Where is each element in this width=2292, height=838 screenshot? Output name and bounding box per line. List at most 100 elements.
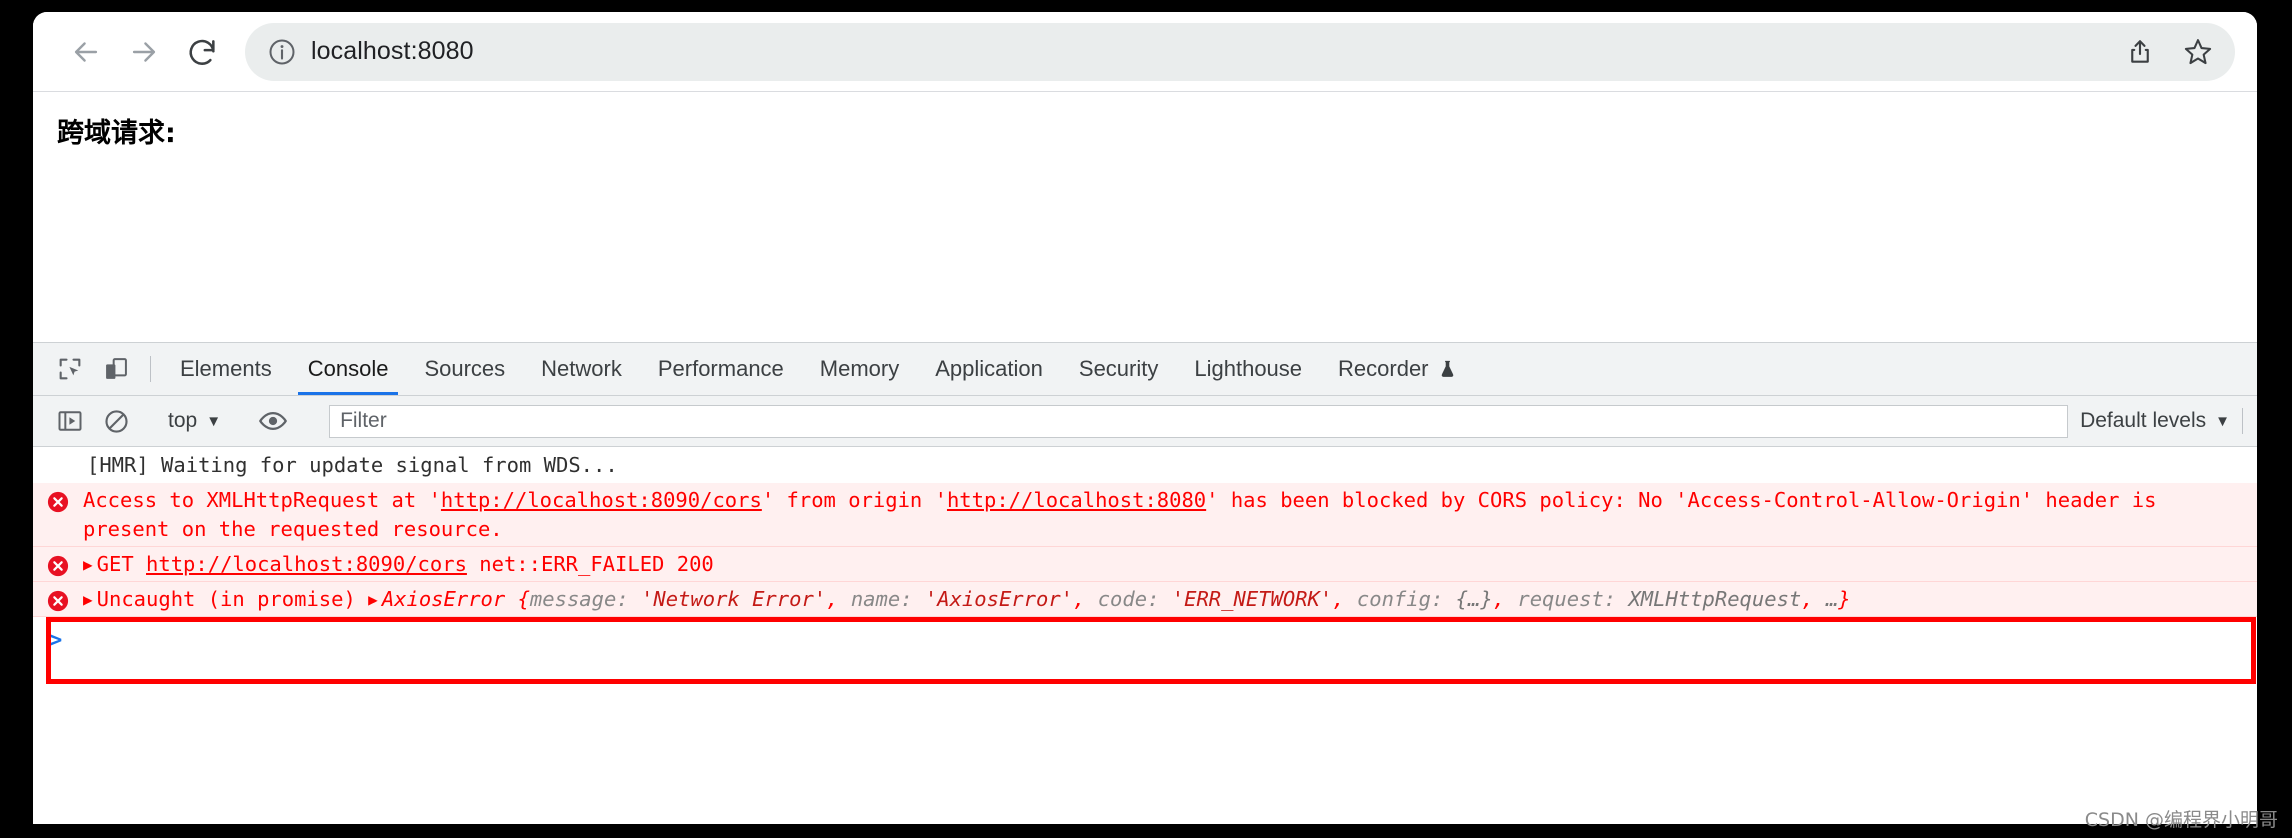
tab-memory[interactable]: Memory (802, 343, 917, 395)
expand-triangle-icon[interactable]: ▶ (83, 589, 93, 611)
axios-sep-2: , (1332, 587, 1357, 612)
browser-window: localhost:8080 跨域请求: Elements Console So… (33, 12, 2257, 824)
console-output[interactable]: [HMR] Waiting for update signal from WDS… (33, 447, 2257, 823)
axios-prop-key-3: config: (1356, 587, 1456, 612)
console-sidebar-toggle-button[interactable] (47, 407, 93, 435)
execution-context-select[interactable]: top ▼ (162, 409, 227, 433)
axios-prop-value-2: 'ERR_NETWORK' (1171, 587, 1333, 612)
console-message-text: Access to XMLHttpRequest at 'http://loca… (83, 486, 2249, 543)
cors-url-origin-link[interactable]: http://localhost:8080 (947, 488, 1206, 512)
console-filter-input[interactable]: Filter (329, 404, 2069, 438)
get-seg-2: net::ERR_FAILED 200 (466, 551, 714, 576)
axios-object-name[interactable]: AxiosError (382, 587, 505, 611)
tab-security[interactable]: Security (1061, 343, 1176, 395)
get-url-link[interactable]: http://localhost:8090/cors (146, 552, 467, 576)
console-message-cors-error[interactable]: Access to XMLHttpRequest at 'http://loca… (33, 483, 2257, 547)
cors-url-request-link[interactable]: http://localhost:8090/cors (441, 488, 762, 512)
tab-sources[interactable]: Sources (406, 343, 523, 395)
tab-label: Lighthouse (1194, 356, 1303, 381)
tab-label: Application (935, 356, 1043, 381)
browser-toolbar: localhost:8080 (33, 12, 2257, 92)
address-bar[interactable]: localhost:8080 (245, 22, 2235, 81)
cors-seg-0: Access to XMLHttpRequest at ' (83, 488, 441, 513)
object-expand-triangle-icon[interactable]: ▶ (368, 589, 378, 611)
forward-button[interactable] (115, 23, 173, 81)
tab-label: Memory (819, 356, 900, 381)
axios-close-brace: } (1838, 587, 1851, 612)
experimental-flask-icon (1438, 358, 1457, 380)
console-message-axios-error[interactable]: ▶ Uncaught (in promise) ▶ AxiosError {mess… (33, 582, 2257, 618)
live-expression-button[interactable] (250, 406, 296, 436)
execution-context-value: top (168, 409, 198, 432)
page-heading: 跨域请求: (57, 118, 176, 149)
devtools-tabbar: Elements Console Sources Network Perform… (33, 343, 2257, 396)
toolbar-divider (150, 356, 151, 382)
cors-seg-2: ' from origin ' (761, 488, 947, 513)
filterbar-divider-4 (2242, 408, 2243, 434)
tab-application[interactable]: Application (917, 343, 1061, 395)
axios-prop-value-3[interactable]: {…} (1456, 587, 1493, 611)
console-message-text: ▶ GET http://localhost:8090/cors net::ERR… (83, 550, 2249, 578)
site-info-icon[interactable] (267, 37, 297, 67)
sidebar-panel-icon (58, 411, 82, 431)
star-icon (2184, 38, 2212, 64)
log-levels-select[interactable]: Default levels ▼ (2080, 409, 2242, 433)
inspect-cursor-icon (59, 358, 81, 380)
tab-label: Console (307, 356, 389, 381)
axios-ellipsis: … (1825, 587, 1839, 612)
axios-sep-0: , (826, 587, 851, 612)
reload-icon (189, 39, 215, 65)
tab-label: Network (541, 356, 622, 381)
axios-sep-1: , (1073, 587, 1098, 612)
console-prompt-caret: > (49, 627, 63, 653)
tab-label: Performance (657, 356, 784, 381)
tab-recorder[interactable]: Recorder (1320, 343, 1474, 395)
tab-label: Security (1078, 356, 1159, 381)
bookmark-button[interactable] (2173, 27, 2223, 77)
console-prompt-row[interactable]: > (33, 617, 2257, 658)
share-button[interactable] (2115, 27, 2165, 77)
axios-open-brace: { (517, 587, 530, 612)
devtools-panel: Elements Console Sources Network Perform… (33, 343, 2257, 823)
axios-prop-value-0: 'Network Error' (641, 587, 827, 612)
inspect-element-button[interactable] (47, 343, 93, 395)
tab-performance[interactable]: Performance (640, 343, 802, 395)
device-toggle-icon (106, 358, 127, 379)
tab-lighthouse[interactable]: Lighthouse (1176, 343, 1320, 395)
chevron-down-icon: ▼ (2215, 412, 2230, 430)
get-seg-0: GET (96, 551, 147, 576)
error-circle-x-icon (47, 591, 69, 612)
axios-prop-key-2: code: (1097, 587, 1172, 612)
device-toolbar-button[interactable] (93, 343, 139, 395)
screenshot-root: localhost:8080 跨域请求: Elements Console So… (0, 0, 2292, 838)
axios-prop-key-4: request: (1517, 587, 1629, 612)
tab-network[interactable]: Network (523, 343, 640, 395)
axios-prefix: Uncaught (in promise) (96, 587, 369, 612)
axios-sep-3: , (1492, 587, 1518, 612)
console-message-text: ▶ Uncaught (in promise) ▶ AxiosError {mess… (83, 585, 2249, 613)
expand-triangle-icon[interactable]: ▶ (83, 554, 93, 576)
no-entry-clear-icon (104, 409, 128, 433)
clear-console-button[interactable] (93, 408, 139, 435)
axios-prop-value-1: 'AxiosError' (924, 587, 1074, 612)
tab-console[interactable]: Console (290, 343, 407, 395)
page-viewport: 跨域请求: (33, 92, 2257, 343)
console-message-text: [HMR] Waiting for update signal from WDS… (87, 453, 618, 477)
url-text[interactable]: localhost:8080 (311, 37, 2107, 66)
share-icon (2131, 39, 2149, 63)
arrow-right-icon (132, 41, 156, 62)
eye-icon (259, 412, 287, 430)
tab-label: Elements (180, 356, 272, 381)
reload-button[interactable] (173, 23, 231, 81)
back-button[interactable] (57, 23, 115, 81)
tab-label: Recorder (1338, 356, 1429, 381)
log-levels-value: Default levels (2080, 409, 2207, 432)
tab-elements[interactable]: Elements (162, 343, 290, 395)
tab-label: Sources (424, 356, 506, 381)
console-message-info[interactable]: [HMR] Waiting for update signal from WDS… (33, 447, 2257, 483)
error-circle-x-icon (47, 492, 69, 513)
axios-prop-key-1: name: (850, 587, 925, 612)
axios-prop-value-4[interactable]: XMLHttpRequest (1628, 587, 1801, 611)
axios-prop-key-0: message: (529, 587, 642, 612)
console-message-get-error[interactable]: ▶ GET http://localhost:8090/cors net::ERR… (33, 546, 2257, 583)
